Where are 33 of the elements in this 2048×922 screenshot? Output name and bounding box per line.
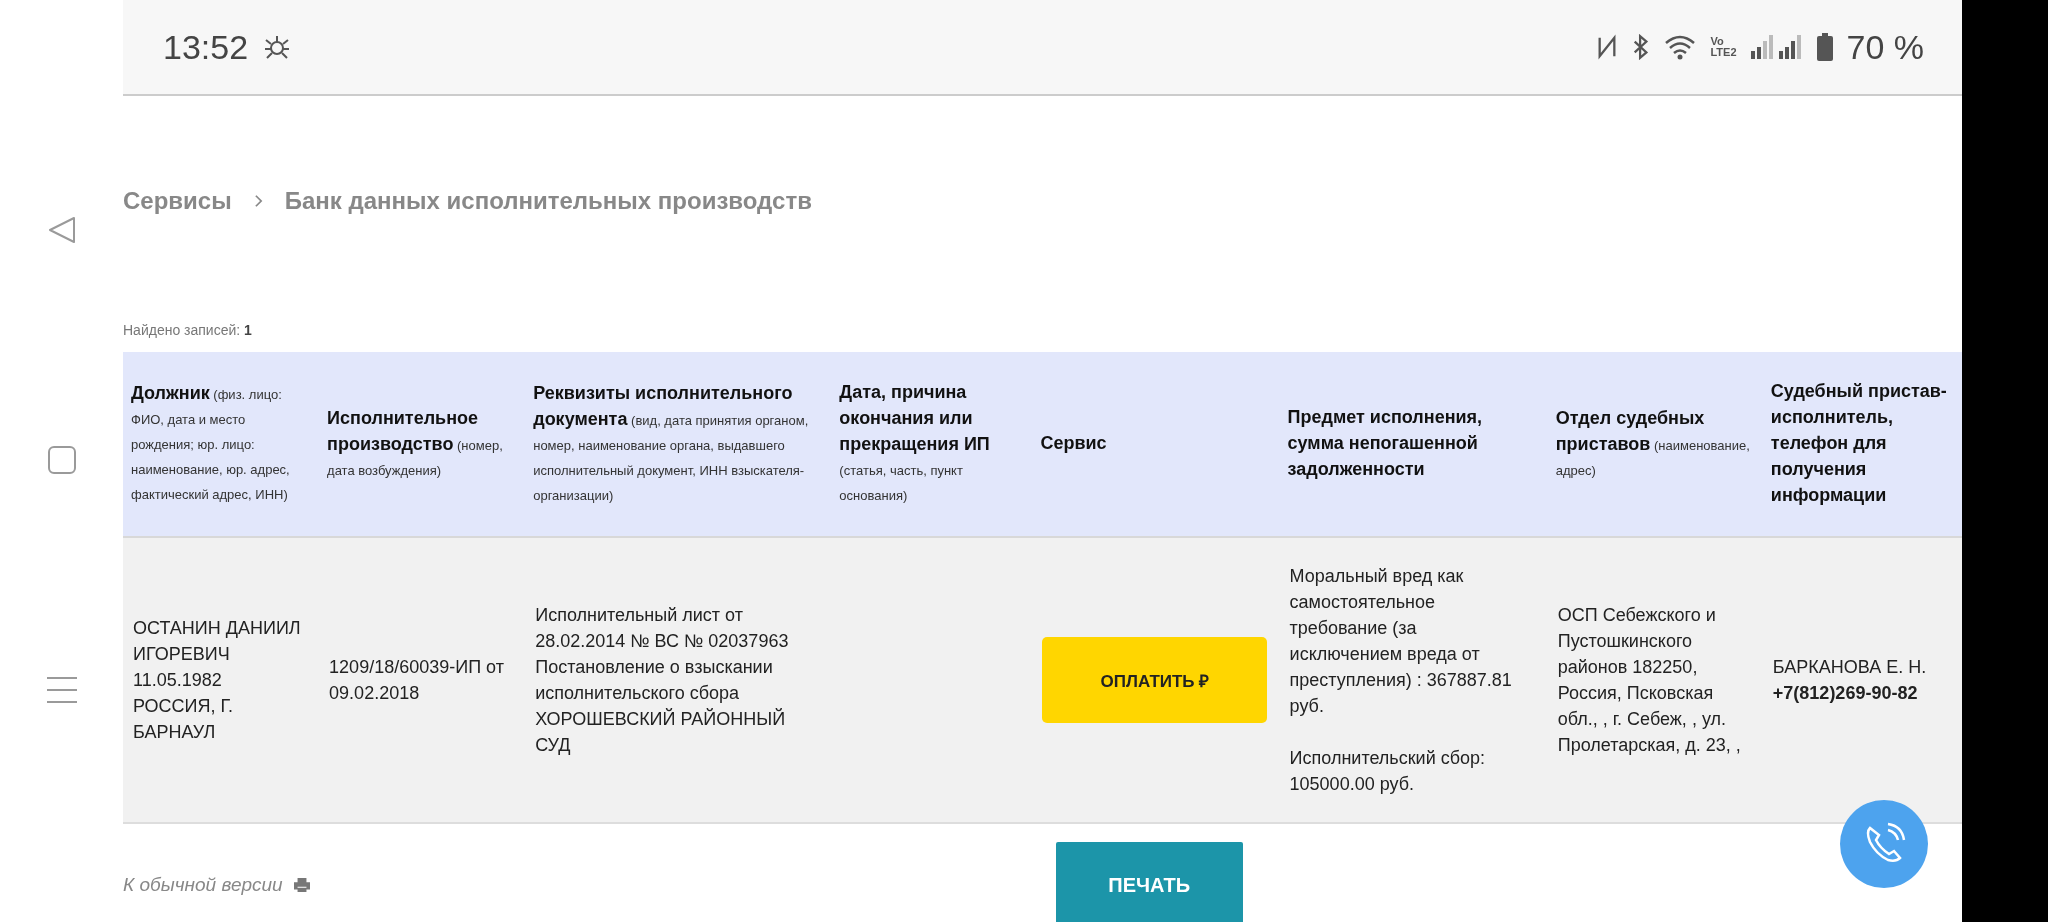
records-count: Найдено записей: 1 <box>123 322 253 338</box>
phone-call-button[interactable] <box>1840 800 1928 888</box>
breadcrumb-link[interactable]: Сервисы <box>123 187 232 215</box>
battery-level: 70 % <box>1846 27 1924 67</box>
table-cell-text: 1209/18/60039-ИП от 09.02.2018 <box>329 656 505 705</box>
recent-apps-icon[interactable] <box>45 444 78 476</box>
clock: 13:52 <box>163 27 249 67</box>
column-header: Должник (физ. лицо: ФИО, дата и место рождения; юр. лицо: наименование, юр. адрес, фактический адрес, ИНН) <box>123 352 320 537</box>
volte-label: Vo LTE2 <box>1710 36 1737 58</box>
table-cell-text: Исполнительный лист от 28.02.2014 № ВС № 02037963 Постановление о взыскании исполнительского сбора ХОРОШЕВСКИЙ РАЙОННЫЙ СУД <box>535 604 790 757</box>
column-header: Исполнительное производство (номер, дата возбуждения) <box>319 352 526 537</box>
signal-icon <box>1750 35 1803 59</box>
wifi-icon <box>1664 34 1697 60</box>
table-cell-text: Моральный вред как самостоятельное требование (за исключением вреда от преступления) : 367887.81 руб. <box>1289 565 1513 718</box>
battery-icon <box>1816 33 1833 61</box>
table-cell-text: ОСП Себежского и Пустошкинского районов 182250, Россия, Псковская обл., , г. Себеж, , ул. Пролетарская, д. 23, , <box>1557 604 1742 757</box>
column-header: Судебный пристав-исполнитель, телефон для получения информации <box>1762 352 1962 537</box>
table-cell-text: ОСТАНИН ДАНИИЛ ИГОРЕВИЧ 11.05.1982 РОССИЯ, Г. БАРНАУЛ <box>133 617 302 744</box>
printer-icon[interactable] <box>292 877 311 893</box>
menu-icon[interactable] <box>45 674 78 706</box>
regular-version-link[interactable]: К обычной версии <box>123 874 283 896</box>
breadcrumb-link[interactable]: Банк данных исполнительных производств <box>284 187 812 215</box>
chevron-icon <box>253 194 263 208</box>
column-header: Предмет исполнения, сумма непогашенной задолженности <box>1279 352 1548 537</box>
column-header: Отдел судебных приставов (наименование, адрес) <box>1547 352 1763 537</box>
column-header: Реквизиты исполнительного документа (вид, дата принятия органом, номер, наименование органа, выдавшего исполнительный документ, ИНН взыскателя-организации) <box>525 352 832 537</box>
table-cell-text: Исполнительский сбор: 105000.00 руб. <box>1289 747 1487 796</box>
pay-button[interactable]: ОПЛАТИТЬ ₽ <box>1042 637 1268 723</box>
column-header: Дата, причина окончания или прекращения ИП (статья, часть, пункт основания) <box>831 352 1033 537</box>
table-cell-text: БАРКАНОВА Е. Н. +7(812)269-90-82 <box>1772 656 1928 705</box>
bluetooth-icon <box>1632 34 1651 60</box>
print-button[interactable]: ПЕЧАТЬ <box>1055 842 1243 922</box>
column-header: Сервис <box>1032 352 1280 537</box>
